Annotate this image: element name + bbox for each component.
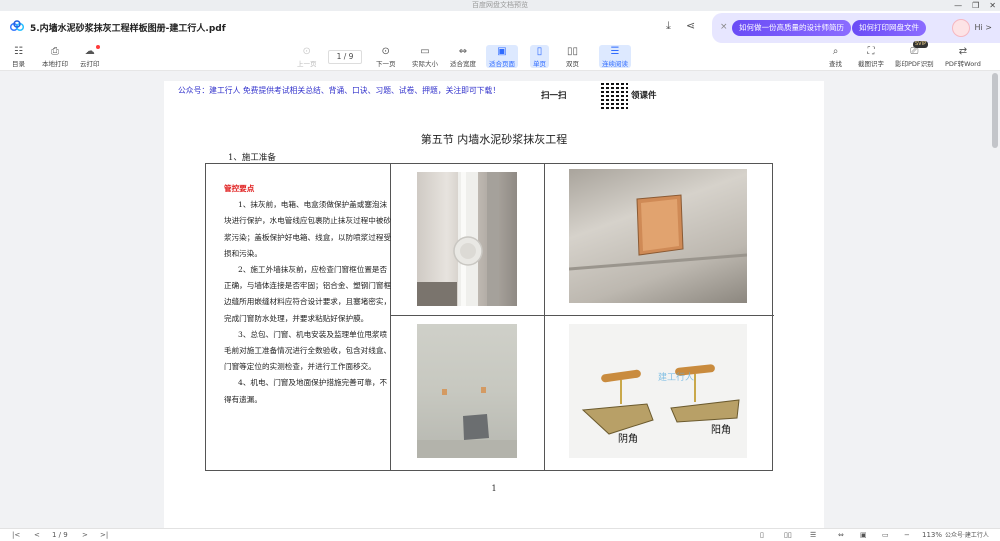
search-button[interactable]: ⌕ 查找 <box>829 45 842 68</box>
control-points-heading: 管控要点 <box>224 184 255 193</box>
photo-watermark: 建工行人 <box>658 373 695 383</box>
catalog-icon: ☷ <box>14 46 23 57</box>
continuous-icon: ☰ <box>610 46 620 57</box>
status-page-indicator: 1 / 9 <box>52 531 68 539</box>
fit-width-small-icon[interactable]: ⇔ <box>838 530 844 541</box>
window-controls: — ❐ ✕ <box>954 0 996 11</box>
pdf-to-word-button[interactable]: ⇄ PDF转Word <box>945 45 981 68</box>
printer-icon: ⎙ <box>51 46 59 57</box>
fit-page-button[interactable]: ▣ 适合页面 <box>486 45 518 68</box>
screenshot-ocr-button[interactable]: ⛶ 截图识字 <box>858 45 884 68</box>
prev-page-small-button[interactable]: < <box>34 530 40 541</box>
photo-pipe-protection <box>417 172 517 306</box>
control-points-cell: 管控要点 1、抹灰前，电箱、电盒须做保护盖或塞泡沫块进行保护，水电管线应包裹防止… <box>224 181 394 408</box>
fit-width-icon: ⇔ <box>458 46 468 57</box>
prev-page-button[interactable]: ⊙ 上一页 <box>297 45 317 68</box>
arrow-down-icon: ⊙ <box>381 46 390 57</box>
assistant-greeting[interactable]: Hi > <box>975 23 992 32</box>
continuous-reading-button[interactable]: ☰ 连续阅读 <box>599 45 631 68</box>
photo-corner-trowels <box>569 324 747 458</box>
window-title: 百度网盘文档预览 <box>472 1 528 9</box>
prep-heading: 1、施工准备 <box>228 153 276 163</box>
document-filename: 5.内墙水泥砂浆抹灰工程样板图册-建工行人.pdf <box>30 24 226 34</box>
window-titlebar: 百度网盘文档预览 — ❐ ✕ <box>0 0 1000 11</box>
fit-page-icon: ▣ <box>497 46 507 57</box>
word-convert-icon: ⇄ <box>958 46 968 57</box>
print-help-pill[interactable]: 如何打印网盘文件 <box>852 20 926 36</box>
double-page-button[interactable]: ▯▯ 双页 <box>566 45 579 68</box>
qr-code-image <box>601 82 628 109</box>
status-bar: |< < 1 / 9 > >| ▯ ▯▯ ☰ ⇔ ▣ ▭ − 113% 公众号·… <box>0 528 1000 541</box>
scan-pdf-button[interactable]: ⎚ 影印PDF识别 <box>895 45 934 68</box>
view-single-icon[interactable]: ▯ <box>760 530 764 541</box>
actual-size-button[interactable]: ▭ 实际大小 <box>412 45 438 68</box>
share-icon[interactable]: ⋖ <box>686 19 695 32</box>
arrow-up-icon: ⊙ <box>302 46 311 57</box>
view-double-icon[interactable]: ▯▯ <box>784 530 792 541</box>
ai-ask-pill[interactable]: 如何做一份高质量的设计师简历 <box>732 20 851 36</box>
page-number-input[interactable]: 1 / 9 <box>328 50 362 64</box>
section-title: 第五节 内墙水泥砂浆抹灰工程 <box>420 133 568 146</box>
scrollbar-thumb[interactable] <box>992 73 998 148</box>
vertical-scrollbar[interactable] <box>990 71 1000 528</box>
table-divider <box>544 164 545 470</box>
qr-label-right: 领课件 <box>631 91 657 101</box>
minimize-button[interactable]: — <box>954 0 962 11</box>
first-page-button[interactable]: |< <box>12 530 20 541</box>
photo-box-cover <box>569 169 747 303</box>
actual-size-icon: ▭ <box>420 46 430 57</box>
single-page-icon: ▯ <box>536 46 543 57</box>
local-print-button[interactable]: ⎙ 本地打印 <box>42 45 68 68</box>
page-watermark-text: 公众号：建工行人 免费提供考试相关总结、背诵、口诀、习题、试卷、押题，关注即可下… <box>178 86 501 95</box>
restore-button[interactable]: ❐ <box>972 0 979 11</box>
view-continuous-icon[interactable]: ☰ <box>810 530 816 541</box>
control-point-paragraph: 3、总包、门窗、机电安装及监理单位甩浆喷毛前对施工准备情况进行全数验收，包含对线… <box>224 329 392 372</box>
zoom-level[interactable]: 113% <box>922 530 942 541</box>
promo-banner: × 如何做一份高质量的设计师简历 如何打印网盘文件 Hi > <box>712 13 1000 43</box>
control-point-paragraph: 4、机电、门窗及地面保护措施完善可靠，不得有遗漏。 <box>224 378 388 404</box>
last-page-button[interactable]: >| <box>100 530 108 541</box>
double-page-icon: ▯▯ <box>566 46 578 57</box>
actual-size-small-icon[interactable]: ▭ <box>882 530 889 541</box>
table-divider <box>390 315 774 316</box>
notification-dot <box>96 45 100 49</box>
download-icon[interactable]: ⤓ <box>666 19 671 33</box>
fit-width-button[interactable]: ⇔ 适合宽度 <box>450 45 476 68</box>
close-window-button[interactable]: ✕ <box>989 0 996 11</box>
single-page-button[interactable]: ▯ 单页 <box>530 45 549 68</box>
control-point-paragraph: 2、施工外墙抹灰前，应检查门窗框位置是否正确，与墙体连接是否牢固；铝合金、塑钢门… <box>224 265 392 323</box>
qr-label-left: 扫一扫 <box>541 91 567 101</box>
photo-wall-markers <box>417 324 517 458</box>
svip-badge: SVIP <box>913 41 929 48</box>
fit-page-small-icon[interactable]: ▣ <box>860 530 867 541</box>
next-page-small-button[interactable]: > <box>82 530 88 541</box>
status-watermark: 公众号·建工行人 <box>945 532 989 539</box>
viewer-toolbar: ☷ 目录 ⎙ 本地打印 ☁ 云打印 ⊙ 上一页 ⊙ 下一页 ▭ 实际大小 ⇔ 适合宽度 ▣ 适合… <box>0 43 1000 71</box>
trowel-label-yang: 阳角 <box>711 425 731 436</box>
content-table: 管控要点 1、抹灰前，电箱、电盒须做保护盖或塞泡沫块进行保护，水电管线应包裹防止… <box>205 163 774 471</box>
baidu-netdisk-logo-icon <box>10 20 24 32</box>
search-icon: ⌕ <box>832 46 839 57</box>
trowel-label-yin: 阴角 <box>618 434 638 445</box>
pdf-page: 公众号：建工行人 免费提供考试相关总结、背诵、口诀、习题、试卷、押题，关注即可下… <box>164 81 824 528</box>
control-point-paragraph: 1、抹灰前，电箱、电盒须做保护盖或塞泡沫块进行保护，水电管线应包裹防止抹灰过程中… <box>224 200 392 258</box>
page-number: 1 <box>491 484 497 493</box>
assistant-avatar[interactable] <box>952 19 970 37</box>
catalog-button[interactable]: ☷ 目录 <box>12 45 25 68</box>
document-header: 5.内墙水泥砂浆抹灰工程样板图册-建工行人.pdf ⤓ ⋖ × 如何做一份高质量… <box>0 11 1000 43</box>
promo-close-icon[interactable]: × <box>720 22 728 32</box>
next-page-button[interactable]: ⊙ 下一页 <box>376 45 396 68</box>
screenshot-icon: ⛶ <box>867 46 875 57</box>
zoom-out-button[interactable]: − <box>904 530 910 541</box>
